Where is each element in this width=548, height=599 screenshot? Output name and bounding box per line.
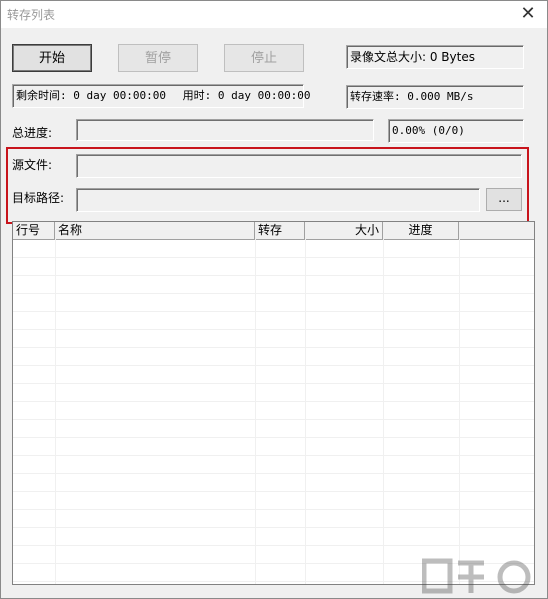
speed-readout: 转存速率: 0.000 MB/s	[346, 85, 524, 109]
pause-button[interactable]: 暂停	[118, 44, 198, 72]
grid-line	[13, 473, 534, 474]
grid-line	[13, 275, 534, 276]
transfer-table[interactable]: 行号 名称 转存 大小 进度	[12, 221, 535, 585]
elapsed-time-text: 用时: 0 day 00:00:00	[182, 89, 311, 102]
grid-line	[255, 239, 256, 584]
grid-line	[13, 329, 534, 330]
grid-line	[459, 239, 460, 584]
highlight-box	[6, 147, 529, 224]
title-bar: 转存列表 ✕	[1, 1, 547, 28]
column-header-name[interactable]: 名称	[55, 222, 255, 239]
grid-line	[13, 383, 534, 384]
watermark-logo	[422, 558, 531, 594]
total-size-readout: 录像文总大小: 0 Bytes	[346, 45, 524, 69]
start-button[interactable]: 开始	[12, 44, 92, 72]
progress-readout: 0.00% (0/0)	[388, 119, 524, 143]
grid-line	[13, 437, 534, 438]
speed-text: 转存速率: 0.000 MB/s	[350, 90, 474, 103]
table-header: 行号 名称 转存 大小 进度	[13, 222, 534, 240]
window-title: 转存列表	[7, 8, 56, 22]
total-progress-label: 总进度:	[12, 126, 53, 140]
grid-line	[13, 509, 534, 510]
total-progress-bar	[76, 119, 374, 141]
grid-line	[13, 293, 534, 294]
grid-line	[13, 257, 534, 258]
grid-line	[13, 527, 534, 528]
column-header-progress[interactable]: 进度	[383, 222, 459, 239]
grid-line	[13, 455, 534, 456]
grid-line	[13, 347, 534, 348]
grid-line	[13, 401, 534, 402]
time-readout: 剩余时间: 0 day 00:00:00 用时: 0 day 00:00:00	[12, 84, 311, 108]
remaining-time-text: 剩余时间: 0 day 00:00:00	[16, 89, 166, 102]
stop-button[interactable]: 停止	[224, 44, 304, 72]
grid-line	[383, 239, 384, 584]
column-header-transfer[interactable]: 转存	[255, 222, 305, 239]
column-header-size[interactable]: 大小	[305, 222, 383, 239]
grid-line	[13, 545, 534, 546]
grid-line	[13, 311, 534, 312]
grid-line	[13, 365, 534, 366]
total-size-text: 录像文总大小: 0 Bytes	[350, 50, 475, 64]
grid-line	[55, 239, 56, 584]
progress-value-text: 0.00% (0/0)	[392, 124, 465, 137]
grid-line	[13, 419, 534, 420]
column-header-row-number[interactable]: 行号	[13, 222, 55, 239]
close-icon[interactable]: ✕	[509, 1, 547, 28]
grid-line	[305, 239, 306, 584]
grid-line	[13, 491, 534, 492]
